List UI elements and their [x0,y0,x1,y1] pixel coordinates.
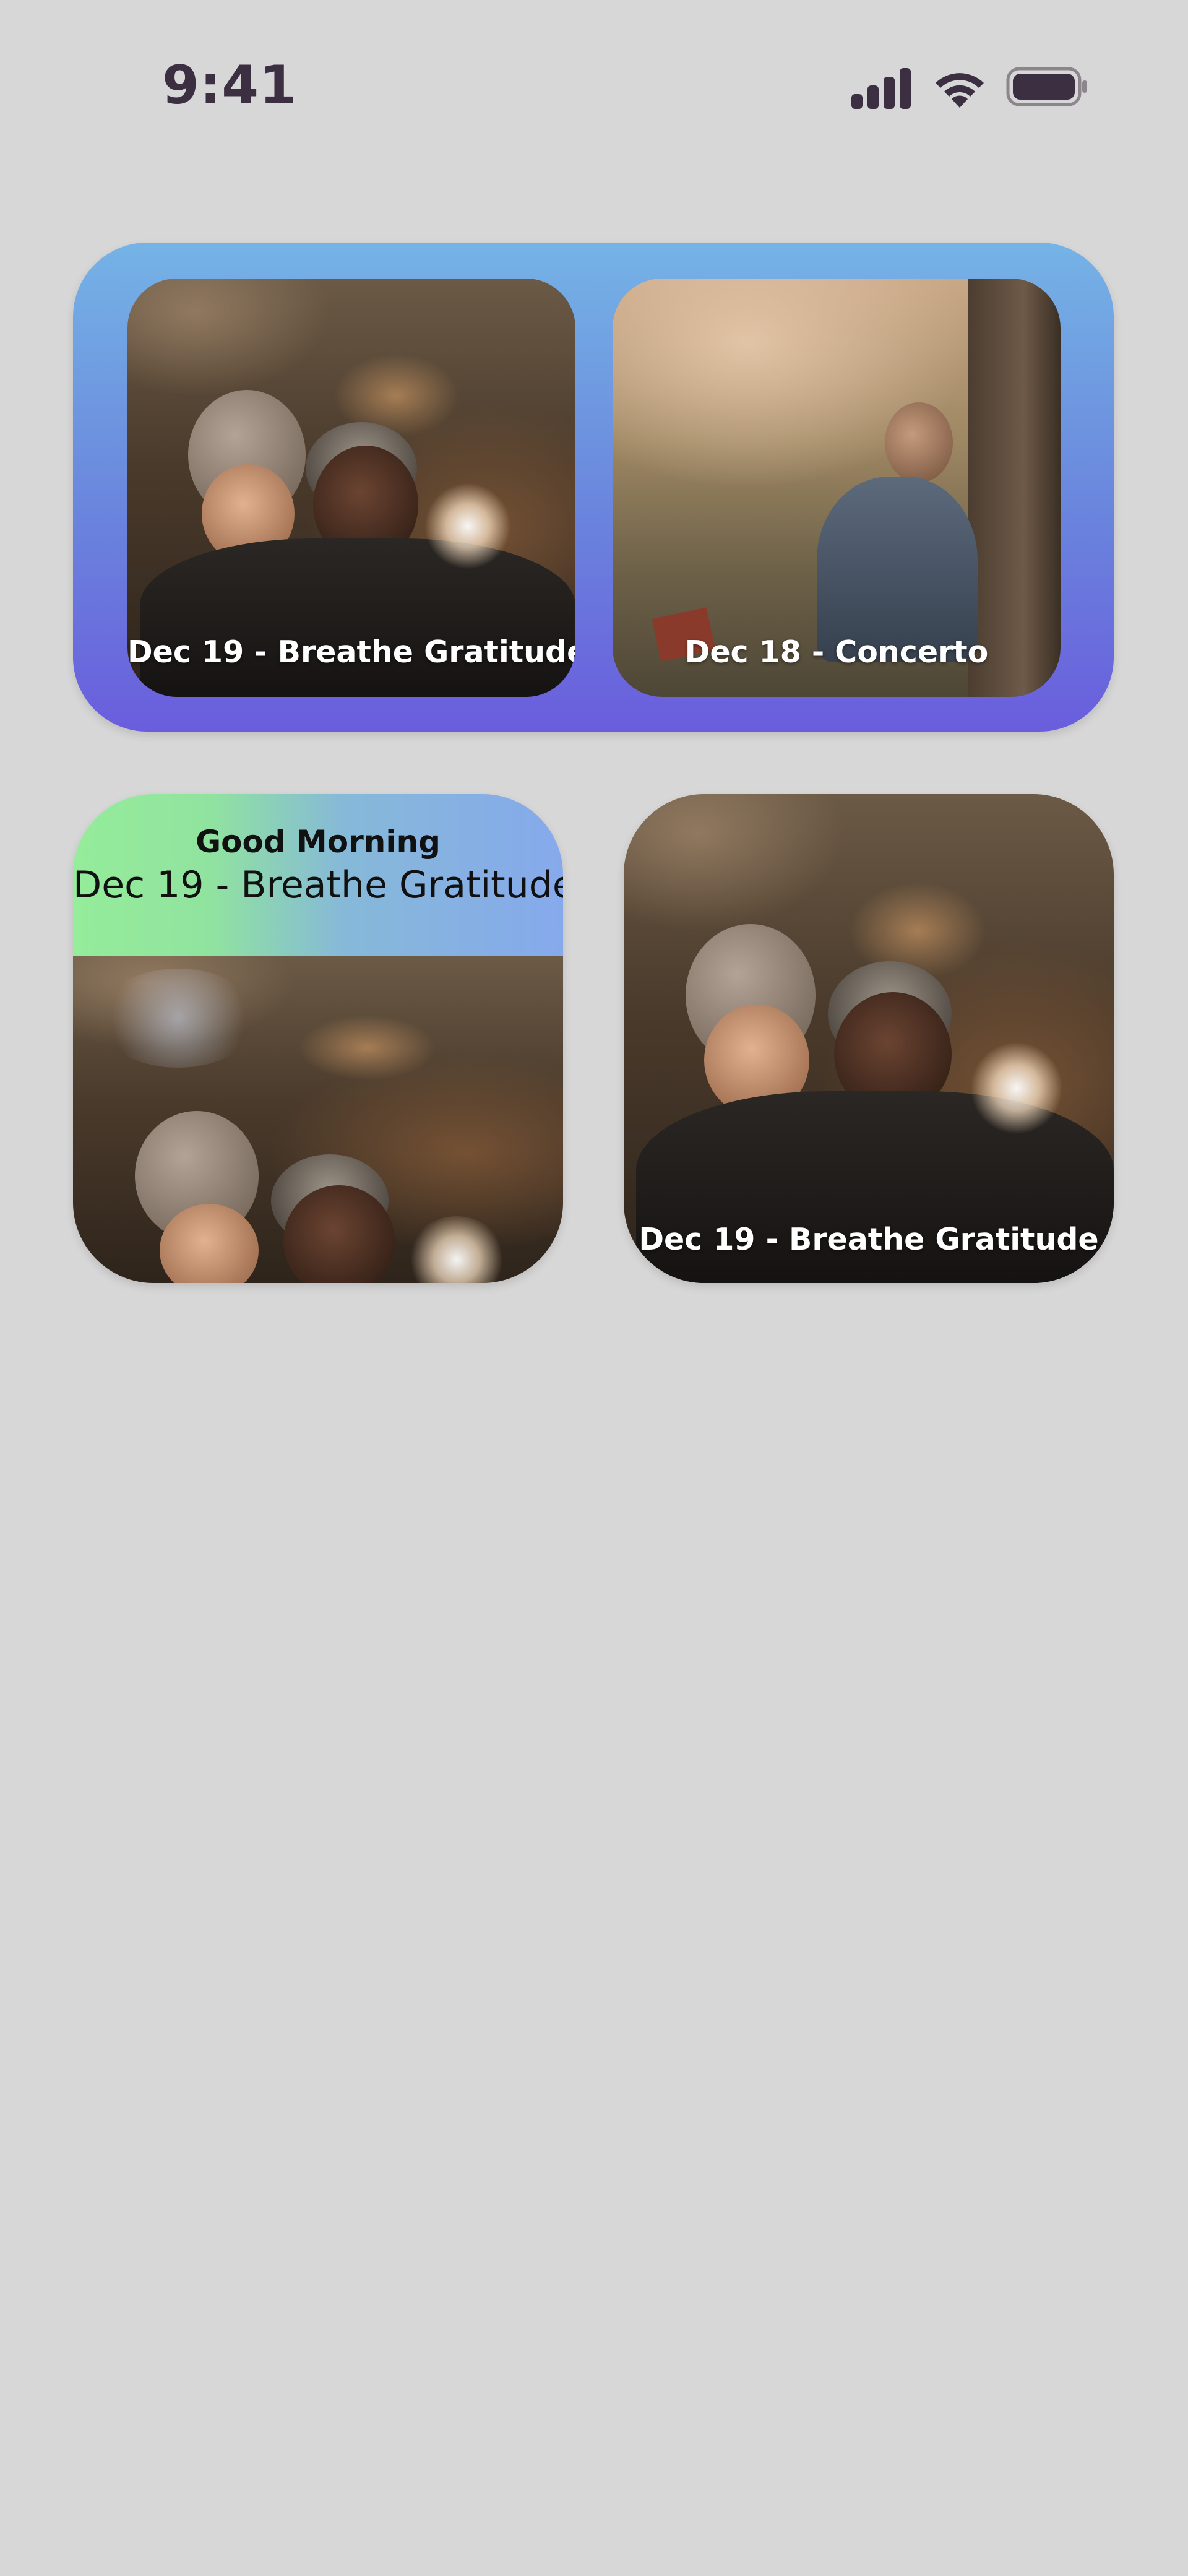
photo-caption: Dec 19 - Breathe Gratitude [127,634,575,670]
greeting-header: Good Morning Dec 19 - Breathe Gratitude [73,794,563,956]
sparkler-glow [970,1042,1063,1135]
greeting-widget[interactable]: Good Morning Dec 19 - Breathe Gratitude [73,794,563,1283]
photo-caption: Dec 18 - Concerto [684,634,989,670]
battery-icon [1006,66,1089,108]
status-time: 9:41 [162,54,297,116]
sparkler-glow [407,1216,506,1283]
photo-caption: Dec 19 - Breathe Gratitude [639,1222,1099,1257]
widget-photo-breathe-gratitude[interactable]: Dec 19 - Breathe Gratitude [127,279,575,697]
greeting-subtitle: Dec 19 - Breathe Gratitude [73,863,563,907]
widget-photo-concerto[interactable]: Dec 18 - Concerto [613,279,1061,697]
greeting-title: Good Morning [196,824,441,860]
man-head-shape [885,402,953,483]
sparkler-glow [424,483,511,569]
wide-photo-widget[interactable]: Dec 19 - Breathe Gratitude Dec 18 - Conc… [73,243,1114,732]
sky-glow [98,969,259,1068]
signal-icon [851,68,913,109]
single-photo-widget[interactable]: Dec 19 - Breathe Gratitude [624,794,1114,1283]
greeting-photo [73,956,563,1283]
jackets-shape [140,538,575,697]
wifi-icon [932,64,988,109]
status-bar: 9:41 [0,0,1188,161]
